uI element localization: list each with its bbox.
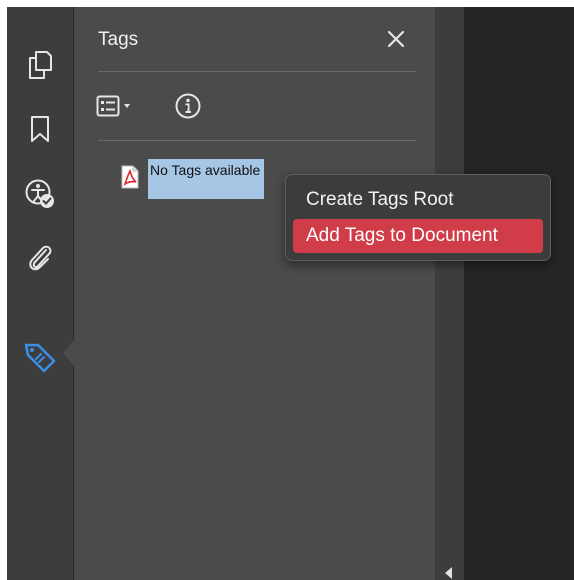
tree-item-label: No Tags available (148, 159, 265, 199)
tree-item[interactable]: No Tags available (120, 159, 265, 199)
info-icon (175, 93, 201, 119)
divider (98, 140, 416, 141)
context-menu: Create Tags Root Add Tags to Document (285, 174, 551, 261)
info-button[interactable] (174, 92, 202, 120)
panel-scroll-strip (435, 7, 464, 580)
close-button[interactable] (384, 27, 408, 51)
caret-down-icon (124, 104, 130, 108)
collapse-panel-icon[interactable] (445, 567, 452, 579)
options-menu-icon (96, 95, 120, 117)
bookmark-icon[interactable] (7, 109, 73, 149)
app-window: Tags No Tags available (7, 7, 574, 580)
accessibility-check-icon[interactable] (7, 174, 73, 214)
menu-item-create-tags-root[interactable]: Create Tags Root (293, 183, 543, 217)
menu-item-add-tags-to-document[interactable]: Add Tags to Document (293, 219, 543, 253)
document-area (464, 7, 574, 580)
navigation-rail (7, 7, 74, 580)
pages-icon[interactable] (7, 45, 73, 85)
attachment-icon[interactable] (7, 237, 73, 277)
pdf-file-icon (121, 165, 139, 189)
close-icon (387, 30, 405, 48)
tags-panel: Tags No Tags available (74, 7, 435, 580)
divider (98, 71, 416, 72)
panel-title: Tags (98, 29, 139, 50)
panel-pointer (63, 339, 75, 367)
options-menu-button[interactable] (96, 93, 132, 119)
